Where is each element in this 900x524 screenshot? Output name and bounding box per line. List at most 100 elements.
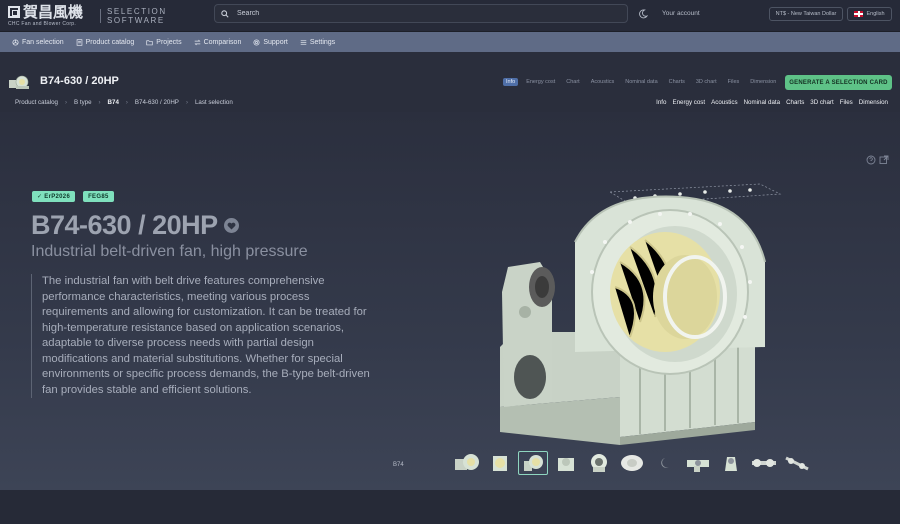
tab-charts[interactable]: Charts [666, 78, 688, 86]
nav-projects[interactable]: Projects [146, 38, 182, 46]
pedestal-icon [725, 457, 737, 471]
erp-badge: ✓ ErP2026 [32, 191, 76, 202]
folder-icon [146, 39, 153, 45]
generate-selection-card-button[interactable]: GENERATE A SELECTION CARD [785, 75, 892, 90]
search-icon [221, 9, 229, 18]
link-dimension[interactable]: Dimension [859, 99, 888, 106]
currency-selector[interactable]: NT$ - New Taiwan Dollar [769, 7, 843, 21]
breadcrumb: Product catalog › B type › B74 › B74-630… [15, 99, 233, 106]
nav-label: Fan selection [22, 38, 64, 46]
gallery-thumbnail-selected[interactable] [518, 451, 548, 475]
language-label: English [866, 11, 885, 17]
tab-files[interactable]: Files [725, 78, 743, 86]
gallery-thumbnail[interactable] [584, 451, 614, 475]
gallery-thumbnail[interactable] [617, 451, 647, 475]
dark-mode-toggle-icon[interactable] [638, 9, 648, 19]
fan-inlet-view-icon [591, 454, 607, 472]
nav-product-catalog[interactable]: Product catalog [76, 38, 135, 46]
fan-side-view-icon [455, 454, 479, 470]
gallery-thumbnail[interactable] [650, 451, 680, 475]
gallery-thumbnail[interactable] [749, 451, 779, 475]
link-info[interactable]: Info [656, 99, 666, 106]
gallery-thumbnail[interactable] [716, 451, 746, 475]
tab-info[interactable]: Info [503, 78, 519, 86]
hero-subtitle: Industrial belt-driven fan, high pressur… [31, 243, 308, 260]
shaft-icon [661, 458, 669, 468]
feg-badge: FEG85 [83, 191, 114, 202]
nav-settings[interactable]: Settings [300, 39, 335, 46]
header-divider [100, 8, 101, 23]
fan-rear-view-icon [558, 458, 574, 471]
product-header: B74-630 / 20HP Info Energy cost Chart Ac… [0, 52, 900, 112]
nav-fan-selection[interactable]: Fan selection [12, 39, 64, 46]
link-charts[interactable]: Charts [786, 99, 804, 106]
breadcrumb-item[interactable]: Last selection [195, 99, 233, 106]
breadcrumb-item[interactable]: B74-630 / 20HP [135, 99, 179, 106]
tab-energy-cost[interactable]: Energy cost [523, 78, 558, 86]
catalog-icon [76, 38, 82, 46]
section-tabs: Info Energy cost Chart Acoustics Nominal… [503, 78, 779, 86]
nav-label: Settings [309, 38, 336, 46]
gallery-thumbnail[interactable] [485, 451, 515, 475]
search-box[interactable] [214, 4, 628, 23]
badges: ✓ ErP2026 FEG85 [32, 191, 114, 202]
fan-front-view-icon [493, 456, 507, 471]
app-name: SELECTION SOFTWARE [107, 6, 167, 25]
nav-support[interactable]: Support [253, 39, 288, 46]
nav-label: Product catalog [85, 38, 135, 46]
top-header: 賀昌風機 CHC Fan and Blower Corp. SELECTION … [0, 0, 900, 32]
tab-dimension[interactable]: Dimension [747, 78, 779, 86]
breadcrumb-item[interactable]: B74 [108, 99, 119, 106]
fan-3d-model[interactable] [480, 172, 820, 452]
tab-chart[interactable]: Chart [563, 78, 582, 86]
product-title: B74-630 / 20HP [40, 75, 119, 87]
fan-angle-view-icon [524, 455, 543, 471]
heart-icon [227, 222, 236, 230]
language-selector[interactable]: English [847, 7, 892, 21]
chevron-right-icon: › [185, 99, 188, 106]
chevron-right-icon: › [98, 99, 101, 106]
uk-flag-icon [854, 11, 864, 17]
link-files[interactable]: Files [840, 99, 853, 106]
tab-nominal-data[interactable]: Nominal data [622, 78, 660, 86]
product-hero: ✓ ErP2026 FEG85 B74-630 / 20HP Industria… [0, 112, 900, 490]
gallery-thumbnail[interactable] [782, 451, 812, 475]
currency-label: NT$ - New Taiwan Dollar [775, 11, 837, 17]
product-description: The industrial fan with belt drive featu… [31, 274, 371, 398]
main-nav: Fan selection Product catalog Projects C… [0, 32, 900, 52]
search-input[interactable] [237, 10, 597, 17]
gallery-thumbnail[interactable] [452, 451, 482, 475]
link-acoustics[interactable]: Acoustics [711, 99, 737, 106]
bearing-assembly-icon [785, 456, 809, 471]
account-link[interactable]: Your account [662, 10, 700, 17]
logo-text: 賀昌風機 [23, 2, 84, 21]
link-energy-cost[interactable]: Energy cost [672, 99, 705, 106]
logo-mark-icon [8, 6, 20, 18]
company-logo[interactable]: 賀昌風機 CHC Fan and Blower Corp. [8, 2, 92, 27]
external-link-icon[interactable] [879, 155, 889, 165]
shaft-assembly-icon [752, 459, 776, 467]
gallery-thumbnail[interactable] [551, 451, 581, 475]
compare-icon [194, 39, 201, 45]
favorite-button[interactable] [223, 218, 239, 233]
tab-3d-chart[interactable]: 3D chart [693, 78, 720, 86]
support-icon [253, 38, 260, 46]
breadcrumb-item[interactable]: Product catalog [15, 99, 58, 106]
nav-comparison[interactable]: Comparison [194, 38, 242, 46]
hero-actions [866, 155, 889, 165]
logo-subtext: CHC Fan and Blower Corp. [8, 20, 77, 27]
image-gallery [452, 451, 812, 475]
link-nominal-data[interactable]: Nominal data [744, 99, 780, 106]
badge-label: ErP2026 [44, 193, 71, 200]
help-icon[interactable] [866, 155, 876, 165]
settings-icon [300, 39, 307, 45]
hero-title: B74-630 / 20HP [31, 210, 239, 241]
nav-label: Projects [156, 38, 182, 46]
tab-acoustics[interactable]: Acoustics [588, 78, 618, 86]
nav-label: Support [263, 38, 288, 46]
breadcrumb-item[interactable]: B type [74, 99, 92, 106]
page-footer [0, 490, 900, 524]
nav-label: Comparison [203, 38, 242, 46]
gallery-thumbnail[interactable] [683, 451, 713, 475]
link-3d-chart[interactable]: 3D chart [810, 99, 833, 106]
